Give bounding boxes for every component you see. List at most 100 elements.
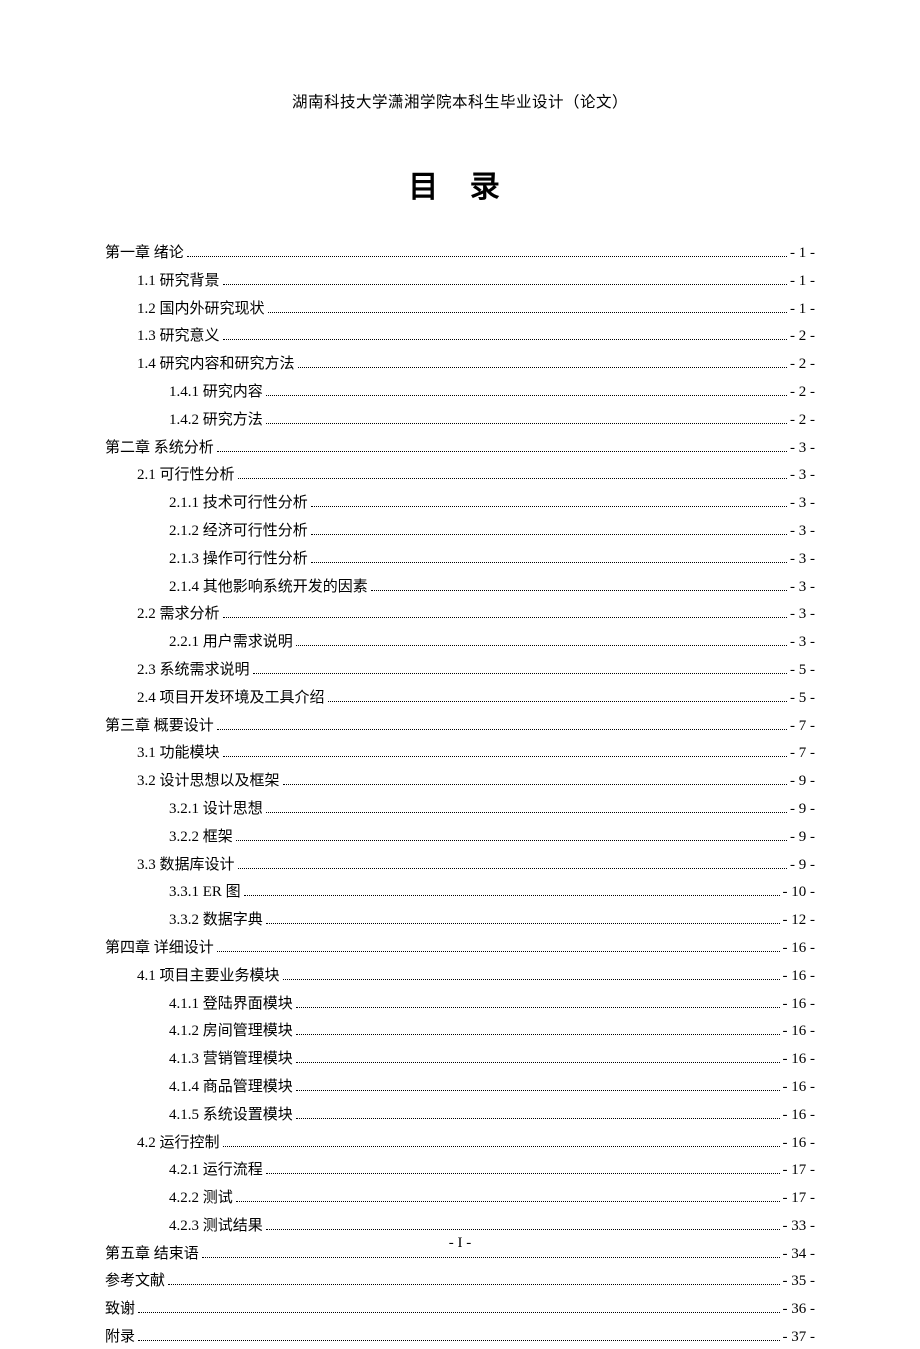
toc-entry[interactable]: 4.1.4 商品管理模块 - 16 - bbox=[105, 1075, 815, 1099]
toc-leader-dots bbox=[238, 858, 787, 869]
toc-entry-page: - 2 - bbox=[790, 352, 815, 376]
toc-entry[interactable]: 附录- 37 - bbox=[105, 1325, 815, 1349]
toc-entry[interactable]: 3.3.1 ER 图- 10 - bbox=[105, 880, 815, 904]
toc-entry-label: 1.4 研究内容和研究方法 bbox=[137, 352, 295, 376]
toc-entry-label: 2.4 项目开发环境及工具介绍 bbox=[137, 686, 325, 710]
toc-leader-dots bbox=[283, 775, 787, 786]
toc-entry[interactable]: 第三章 概要设计- 7 - bbox=[105, 714, 815, 738]
toc-entry-page: - 16 - bbox=[783, 992, 816, 1016]
toc-entry[interactable]: 1.4 研究内容和研究方法 - 2 - bbox=[105, 352, 815, 376]
toc-leader-dots bbox=[296, 1108, 780, 1119]
page-footer: - I - bbox=[0, 1235, 920, 1252]
toc-leader-dots bbox=[223, 330, 787, 341]
toc-leader-dots bbox=[217, 719, 787, 730]
toc-entry-label: 3.3.2 数据字典 bbox=[169, 908, 263, 932]
toc-entry-label: 2.1.4 其他影响系统开发的因素 bbox=[169, 575, 368, 599]
toc-entry[interactable]: 3.3.2 数据字典 - 12 - bbox=[105, 908, 815, 932]
toc-entry[interactable]: 4.1.1 登陆界面模块- 16 - bbox=[105, 992, 815, 1016]
toc-entry-label: 4.1.4 商品管理模块 bbox=[169, 1075, 293, 1099]
toc-leader-dots bbox=[138, 1331, 779, 1342]
toc-entry[interactable]: 3.3 数据库设计- 9 - bbox=[105, 853, 815, 877]
toc-entry-page: - 17 - bbox=[783, 1186, 816, 1210]
toc-entry[interactable]: 2.1.3 操作可行性分析 - 3 - bbox=[105, 547, 815, 571]
toc-entry[interactable]: 第二章 系统分析- 3 - bbox=[105, 436, 815, 460]
toc-entry-page: - 16 - bbox=[783, 1103, 816, 1127]
toc-entry-page: - 5 - bbox=[790, 658, 815, 682]
toc-leader-dots bbox=[283, 969, 780, 980]
toc-leader-dots bbox=[296, 1053, 780, 1064]
toc-entry-page: - 1 - bbox=[790, 269, 815, 293]
toc-leader-dots bbox=[223, 274, 787, 285]
toc-entry[interactable]: 4.1.5 系统设置模块 - 16 - bbox=[105, 1103, 815, 1127]
toc-entry[interactable]: 2.2 需求分析- 3 - bbox=[105, 602, 815, 626]
toc-leader-dots bbox=[238, 469, 787, 480]
toc-leader-dots bbox=[266, 413, 787, 424]
toc-entry[interactable]: 4.1.3 营销管理模块- 16 - bbox=[105, 1047, 815, 1071]
toc-leader-dots bbox=[244, 886, 780, 897]
toc-entry-page: - 16 - bbox=[783, 964, 816, 988]
toc-entry-page: - 2 - bbox=[790, 408, 815, 432]
toc-leader-dots bbox=[298, 358, 787, 369]
toc-entry-page: - 3 - bbox=[790, 547, 815, 571]
toc-entry[interactable]: 4.2.2 测试- 17 - bbox=[105, 1186, 815, 1210]
toc-entry-page: - 3 - bbox=[790, 491, 815, 515]
toc-leader-dots bbox=[223, 747, 787, 758]
toc-entry-page: - 3 - bbox=[790, 519, 815, 543]
toc-entry[interactable]: 致谢- 36 - bbox=[105, 1297, 815, 1321]
toc-entry[interactable]: 2.1 可行性分析- 3 - bbox=[105, 463, 815, 487]
toc-leader-dots bbox=[266, 802, 787, 813]
toc-entry[interactable]: 4.2 运行控制 - 16 - bbox=[105, 1131, 815, 1155]
toc-leader-dots bbox=[266, 914, 780, 925]
toc-leader-dots bbox=[296, 1080, 780, 1091]
toc-entry[interactable]: 2.1.4 其他影响系统开发的因素 - 3 - bbox=[105, 575, 815, 599]
toc-entry[interactable]: 3.2.2 框架- 9 - bbox=[105, 825, 815, 849]
toc-entry[interactable]: 4.1 项目主要业务模块- 16 - bbox=[105, 964, 815, 988]
toc-leader-dots bbox=[223, 608, 787, 619]
toc-title: 目 录 bbox=[105, 162, 815, 206]
toc-leader-dots bbox=[296, 636, 787, 647]
toc-entry-label: 1.1 研究背景 bbox=[137, 269, 220, 293]
toc-leader-dots bbox=[296, 997, 780, 1008]
toc-entry-page: - 36 - bbox=[783, 1297, 816, 1321]
toc-entry-label: 2.1.1 技术可行性分析 bbox=[169, 491, 308, 515]
toc-leader-dots bbox=[253, 663, 787, 674]
toc-entry-label: 2.1.2 经济可行性分析 bbox=[169, 519, 308, 543]
toc-entry-page: - 16 - bbox=[783, 1075, 816, 1099]
toc-entry-page: - 3 - bbox=[790, 463, 815, 487]
toc-entry-page: - 16 - bbox=[783, 1131, 816, 1155]
toc-leader-dots bbox=[223, 1136, 780, 1147]
toc-entry[interactable]: 1.1 研究背景 - 1 - bbox=[105, 269, 815, 293]
toc-entry[interactable]: 2.1.2 经济可行性分析 - 3 - bbox=[105, 519, 815, 543]
toc-entry-page: - 35 - bbox=[783, 1269, 816, 1293]
toc-entry[interactable]: 第四章 详细设计- 16 - bbox=[105, 936, 815, 960]
toc-entry[interactable]: 1.4.2 研究方法- 2 - bbox=[105, 408, 815, 432]
toc-entry[interactable]: 4.2.1 运行流程- 17 - bbox=[105, 1158, 815, 1182]
toc-leader-dots bbox=[296, 1025, 780, 1036]
toc-entry[interactable]: 2.2.1 用户需求说明- 3 - bbox=[105, 630, 815, 654]
toc-leader-dots bbox=[328, 691, 787, 702]
toc-entry[interactable]: 2.3 系统需求说明- 5 - bbox=[105, 658, 815, 682]
toc-entry-label: 3.2.2 框架 bbox=[169, 825, 233, 849]
toc-entry[interactable]: 3.1 功能模块- 7 - bbox=[105, 741, 815, 765]
toc-entry-label: 4.1.5 系统设置模块 bbox=[169, 1103, 293, 1127]
toc-entry-label: 第四章 详细设计 bbox=[105, 936, 214, 960]
toc-entry-label: 4.2 运行控制 bbox=[137, 1131, 220, 1155]
toc-entry[interactable]: 4.1.2 房间管理模块- 16 - bbox=[105, 1019, 815, 1043]
toc-entry[interactable]: 1.4.1 研究内容- 2 - bbox=[105, 380, 815, 404]
toc-entry-label: 1.3 研究意义 bbox=[137, 324, 220, 348]
toc-entry[interactable]: 第一章 绪论- 1 - bbox=[105, 241, 815, 265]
toc-entry[interactable]: 3.2 设计思想以及框架- 9 - bbox=[105, 769, 815, 793]
toc-entry-page: - 3 - bbox=[790, 575, 815, 599]
toc-entry-page: - 3 - bbox=[790, 436, 815, 460]
toc-entry[interactable]: 3.2.1 设计思想- 9 - bbox=[105, 797, 815, 821]
toc-entry-page: - 3 - bbox=[790, 630, 815, 654]
toc-entry[interactable]: 2.4 项目开发环境及工具介绍- 5 - bbox=[105, 686, 815, 710]
toc-entry[interactable]: 参考文献- 35 - bbox=[105, 1269, 815, 1293]
table-of-contents: 第一章 绪论- 1 - 1.1 研究背景 - 1 - 1.2 国内外研究现状- 1 -… bbox=[105, 241, 815, 1349]
toc-entry[interactable]: 1.2 国内外研究现状- 1 - bbox=[105, 297, 815, 321]
toc-entry-label: 2.1.3 操作可行性分析 bbox=[169, 547, 308, 571]
toc-entry-page: - 12 - bbox=[783, 908, 816, 932]
toc-entry[interactable]: 2.1.1 技术可行性分析 - 3 - bbox=[105, 491, 815, 515]
toc-entry[interactable]: 1.3 研究意义- 2 - bbox=[105, 324, 815, 348]
toc-leader-dots bbox=[268, 302, 787, 313]
